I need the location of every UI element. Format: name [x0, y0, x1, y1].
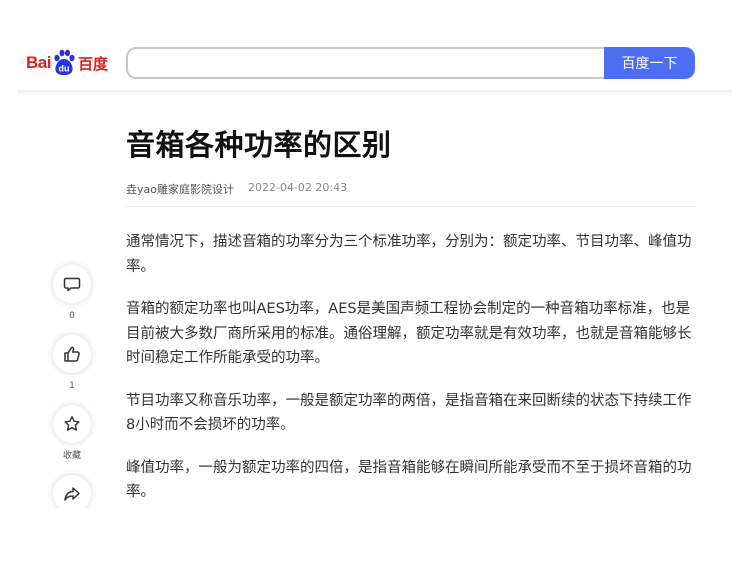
action-rail: 0 1 收藏 分享: [52, 264, 92, 544]
like-count: 1: [69, 381, 75, 391]
logo-text-du: du: [58, 64, 69, 74]
article-paragraph: 峰值功率，一般为额定功率的四倍，是指音箱能够在瞬间所能承受而不至于损坏音箱的功率…: [126, 459, 692, 501]
viewport-bottom-mask: [0, 508, 750, 582]
thumbs-up-icon: [64, 346, 80, 362]
favorite-button[interactable]: [52, 404, 92, 444]
article-title: 音箱各种功率的区别: [126, 128, 392, 162]
favorite-label: 收藏: [62, 451, 81, 461]
article-paragraph: 节目功率又称音乐功率，一般是额定功率的两倍，是指音箱在来回断续的状态下持续工作8…: [126, 392, 692, 434]
comment-icon: [63, 277, 81, 292]
search-button[interactable]: 百度一下: [604, 47, 695, 79]
like-button[interactable]: [52, 334, 92, 374]
article-body: 通常情况下，描述音箱的功率分为三个标准功率，分别为：额定功率、节目功率、峰值功率…: [126, 230, 692, 523]
article-paragraph: 通常情况下，描述音箱的功率分为三个标准功率，分别为：额定功率、节目功率、峰值功率…: [126, 234, 692, 275]
star-icon: [64, 416, 80, 431]
search-box: [126, 47, 606, 79]
comment-button[interactable]: [52, 264, 92, 304]
baidu-logo[interactable]: Bai du 百度: [26, 48, 108, 78]
article-paragraph: 音箱的额定功率也叫AES功率，AES是美国声频工程协会制定的一种音箱功率标准，也…: [126, 301, 692, 366]
favorite-action: 收藏: [52, 404, 92, 462]
comment-action: 0: [52, 264, 92, 322]
share-icon: [64, 487, 80, 501]
header-shadow: [18, 90, 732, 96]
like-action: 1: [52, 334, 92, 392]
search-input[interactable]: [128, 49, 606, 77]
logo-text-bai: Bai: [26, 53, 51, 72]
article-meta: 垚yao雕家庭影院设计 2022-04-02 20:43: [126, 181, 347, 197]
logo-text-cn: 百度: [77, 54, 108, 73]
top-header: Bai du 百度 百度一下: [0, 0, 750, 92]
author-name[interactable]: 垚yao雕家庭影院设计: [126, 181, 234, 197]
comment-count: 0: [69, 311, 75, 321]
meta-divider: [126, 206, 696, 207]
baidu-paw-icon: du: [52, 49, 76, 77]
publish-date: 2022-04-02 20:43: [247, 181, 348, 194]
